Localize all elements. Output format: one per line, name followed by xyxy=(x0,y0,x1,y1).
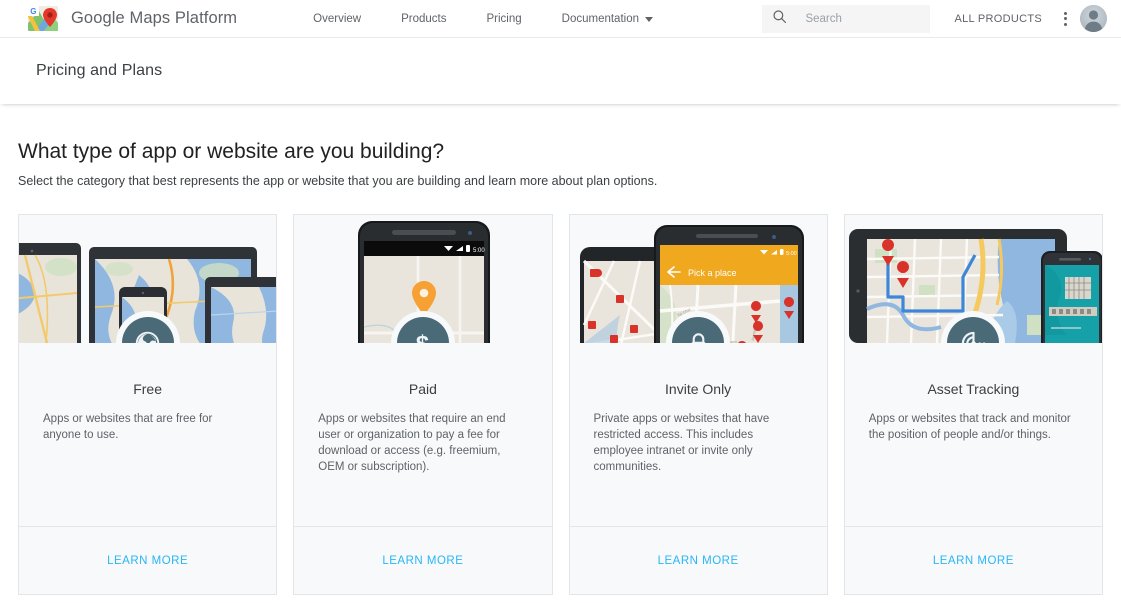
card-footer-invite-only: LEARN MORE xyxy=(569,526,827,594)
learn-more-link-free[interactable]: LEARN MORE xyxy=(107,555,188,567)
card-media-free xyxy=(19,215,277,343)
page-title-bar: Pricing and Plans xyxy=(0,38,1121,104)
card-body-free: Free Apps or websites that are free for … xyxy=(19,343,276,526)
search-icon xyxy=(772,9,787,29)
card-title: Paid xyxy=(408,381,437,397)
user-avatar-icon[interactable] xyxy=(1080,5,1107,32)
svg-text:Pick a place: Pick a place xyxy=(688,268,737,278)
nav-link-documentation-label: Documentation xyxy=(561,12,639,25)
brand[interactable]: G Google Maps Platform xyxy=(28,6,237,31)
card-description: Apps or websites that are free for anyon… xyxy=(43,413,213,441)
category-card-free[interactable]: Free Apps or websites that are free for … xyxy=(18,214,278,595)
learn-more-link-paid[interactable]: LEARN MORE xyxy=(382,555,463,567)
card-media-paid: 5:00 $ xyxy=(294,215,552,343)
google-maps-logo-icon: G xyxy=(28,6,58,31)
card-title: Asset Tracking xyxy=(927,381,1020,397)
nav-link-pricing-label: Pricing xyxy=(486,12,522,25)
card-footer-paid: LEARN MORE xyxy=(294,526,552,594)
card-media-invite-only: 5:00 Pick a place Tai Chai Paseo Avenida xyxy=(569,215,827,343)
card-title: Free xyxy=(133,381,163,397)
search-input[interactable] xyxy=(803,11,921,26)
svg-text:5:00: 5:00 xyxy=(786,251,797,257)
svg-text:G: G xyxy=(30,7,36,16)
category-card-asset-tracking[interactable]: Asset Tracking Apps or websites that tra… xyxy=(843,214,1103,595)
nav-link-pricing[interactable]: Pricing xyxy=(466,13,541,25)
card-title: Invite Only xyxy=(665,381,732,397)
card-description: Apps or websites that track and monitor … xyxy=(868,413,1071,441)
card-footer-free: LEARN MORE xyxy=(19,526,277,594)
page-title: Pricing and Plans xyxy=(36,62,163,79)
card-body-paid: Paid Apps or websites that require an en… xyxy=(294,343,551,526)
all-products-link[interactable]: ALL PRODUCTS xyxy=(954,13,1042,25)
category-card-list: Free Apps or websites that are free for … xyxy=(18,214,1103,595)
category-card-invite-only[interactable]: 5:00 Pick a place Tai Chai Paseo Avenida… xyxy=(568,214,828,595)
primary-nav: Overview Products Pricing Documentation xyxy=(293,13,673,25)
nav-link-documentation[interactable]: Documentation xyxy=(542,13,673,25)
card-media-asset-tracking xyxy=(844,215,1102,343)
card-description: Apps or websites that require an end use… xyxy=(318,413,506,473)
card-body-asset-tracking: Asset Tracking Apps or websites that tra… xyxy=(845,343,1102,526)
search-box[interactable] xyxy=(762,4,931,33)
card-description: Private apps or websites that have restr… xyxy=(593,413,770,473)
nav-link-products-label: Products xyxy=(401,12,447,25)
learn-more-link-invite-only[interactable]: LEARN MORE xyxy=(658,555,739,567)
card-footer-asset-tracking: LEARN MORE xyxy=(844,526,1102,594)
headline: What type of app or website are you buil… xyxy=(18,140,445,163)
svg-text:$: $ xyxy=(416,331,429,343)
category-card-paid[interactable]: 5:00 $ xyxy=(293,214,553,595)
card-body-invite-only: Invite Only Private apps or websites tha… xyxy=(570,343,827,526)
subheadline: Select the category that best represents… xyxy=(18,174,658,188)
chevron-down-icon xyxy=(645,17,653,22)
learn-more-link-asset-tracking[interactable]: LEARN MORE xyxy=(933,555,1014,567)
nav-link-products[interactable]: Products xyxy=(381,13,466,25)
main-content: What type of app or website are you buil… xyxy=(0,104,1121,595)
top-navigation-bar: G Google Maps Platform Overview Products… xyxy=(0,0,1121,38)
nav-right-group: ALL PRODUCTS xyxy=(762,4,1107,33)
nav-link-overview-label: Overview xyxy=(313,12,362,25)
brand-title: Google Maps Platform xyxy=(71,9,238,27)
more-vert-icon[interactable] xyxy=(1056,11,1074,26)
svg-text:5:00: 5:00 xyxy=(473,248,485,254)
nav-link-overview[interactable]: Overview xyxy=(293,13,381,25)
